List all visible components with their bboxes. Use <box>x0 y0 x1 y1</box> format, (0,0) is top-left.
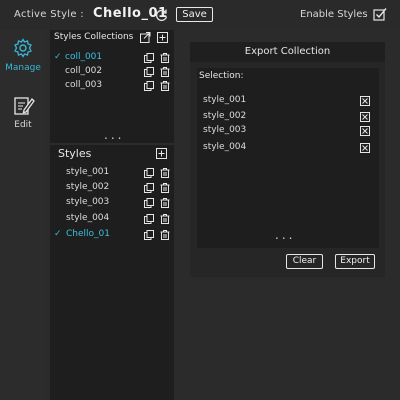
style-item-label: style_004 <box>66 213 110 223</box>
export-button[interactable]: Export <box>335 254 375 269</box>
style-item[interactable]: style_002 <box>54 182 170 195</box>
export-more-indicator: ... <box>275 228 296 242</box>
duplicate-icon[interactable] <box>144 81 154 91</box>
delete-icon[interactable] <box>160 67 170 77</box>
style-item[interactable]: style_001 <box>54 167 170 180</box>
export-item-label: style_002 <box>203 111 247 121</box>
duplicate-icon[interactable] <box>144 168 154 178</box>
selection-label: Selection: <box>199 71 244 81</box>
styles-title: Styles <box>58 147 92 160</box>
remove-item-icon[interactable] <box>360 126 370 136</box>
style-item-label: style_003 <box>66 197 110 207</box>
sidebar: Manage Edit <box>0 30 46 400</box>
add-style-icon[interactable] <box>156 148 167 159</box>
style-item-label: style_001 <box>66 167 110 177</box>
enable-styles-checkbox-icon[interactable] <box>373 7 387 21</box>
collection-item-label: coll_001 <box>65 52 103 62</box>
collection-item-label: coll_002 <box>65 66 103 76</box>
remove-item-icon[interactable] <box>360 96 370 106</box>
collections-title: Styles Collections <box>54 32 134 42</box>
remove-item-icon[interactable] <box>360 143 370 153</box>
collection-item[interactable]: coll_003 <box>54 80 170 93</box>
style-item[interactable]: style_003 <box>54 197 170 210</box>
delete-icon[interactable] <box>160 183 170 193</box>
export-item-label: style_004 <box>203 142 247 152</box>
sidebar-item-manage-label: Manage <box>5 63 41 73</box>
clear-button[interactable]: Clear <box>286 254 323 269</box>
save-button[interactable]: Save <box>176 7 213 22</box>
import-collection-icon[interactable] <box>140 32 151 43</box>
delete-icon[interactable] <box>160 168 170 178</box>
collection-item-label: coll_003 <box>65 80 103 90</box>
delete-icon[interactable] <box>160 214 170 224</box>
top-bar: Active Style : Chello_01 Save Enable Sty… <box>0 0 400 30</box>
delete-icon[interactable] <box>160 230 170 240</box>
duplicate-icon[interactable] <box>144 67 154 77</box>
duplicate-icon[interactable] <box>144 230 154 240</box>
style-item-label: Chello_01 <box>66 229 110 239</box>
duplicate-icon[interactable] <box>144 198 154 208</box>
collection-item[interactable]: ✓ coll_001 <box>54 52 170 65</box>
duplicate-icon[interactable] <box>144 214 154 224</box>
duplicate-icon[interactable] <box>144 183 154 193</box>
selected-check-icon: ✓ <box>54 52 62 62</box>
sidebar-item-manage[interactable]: Manage <box>0 35 46 83</box>
gear-icon <box>14 38 32 58</box>
sidebar-item-edit-label: Edit <box>14 120 32 130</box>
style-item-label: style_002 <box>66 182 110 192</box>
enable-styles-label: Enable Styles <box>300 9 368 20</box>
style-item[interactable]: style_004 <box>54 213 170 226</box>
export-item-label: style_001 <box>203 95 247 105</box>
add-collection-icon[interactable] <box>157 32 168 43</box>
active-style-label: Active Style : <box>14 9 84 20</box>
collections-more-indicator: ... <box>104 128 125 142</box>
edit-icon <box>14 97 35 115</box>
collection-item[interactable]: coll_002 <box>54 66 170 79</box>
export-collection-panel: Export Collection Selection: style_001 s… <box>190 42 385 277</box>
export-panel-title: Export Collection <box>190 42 385 62</box>
export-selection-list: Selection: style_001 style_002 style_003… <box>197 68 379 248</box>
sidebar-item-edit[interactable]: Edit <box>0 92 46 140</box>
delete-icon[interactable] <box>160 198 170 208</box>
collections-panel: Styles Collections ✓ coll_001 coll_002 c… <box>50 30 174 143</box>
duplicate-icon[interactable] <box>144 53 154 63</box>
delete-icon[interactable] <box>160 81 170 91</box>
reload-icon[interactable] <box>155 8 169 22</box>
remove-item-icon[interactable] <box>360 112 370 122</box>
style-item[interactable]: ✓ Chello_01 <box>54 229 170 242</box>
delete-icon[interactable] <box>160 53 170 63</box>
export-item-label: style_003 <box>203 125 247 135</box>
selected-check-icon: ✓ <box>54 229 62 239</box>
styles-panel: Styles style_001 style_002 style_003 sty… <box>50 145 174 400</box>
